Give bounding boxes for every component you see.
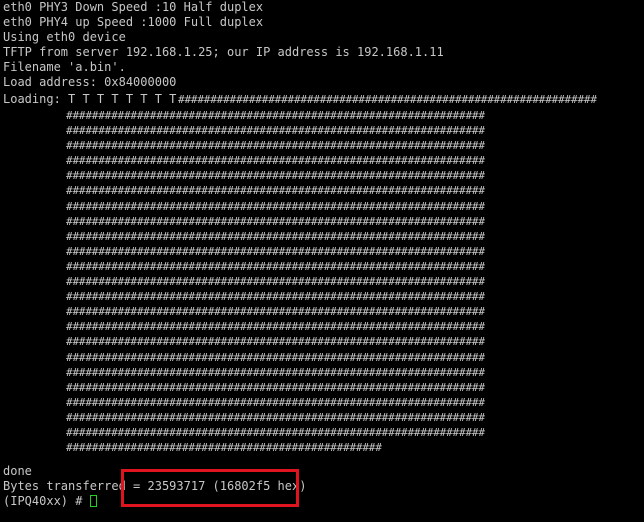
log-line: Filename 'a.bin'.: [3, 60, 126, 75]
progress-hash-line: ########################################…: [66, 229, 485, 243]
progress-hash-line-last: ########################################…: [66, 441, 382, 455]
progress-hash-line: ########################################…: [66, 425, 485, 439]
highlight-annotation-box: [121, 469, 299, 507]
terminal-window[interactable]: eth0 PHY3 Down Speed :10 Half duplex eth…: [0, 0, 644, 522]
progress-hash-line: ########################################…: [66, 214, 485, 228]
log-line: eth0 PHY3 Down Speed :10 Half duplex: [3, 0, 264, 14]
prompt-line[interactable]: (IPQ40xx) #: [3, 494, 643, 509]
bytes-transferred-line: Bytes transferred = 23593717 (16802f5 he…: [3, 479, 307, 494]
loading-progress-hashes: ########################################…: [178, 93, 597, 106]
progress-hash-line: ########################################…: [66, 410, 485, 424]
log-line: Load address: 0x84000000: [3, 75, 177, 90]
progress-hash-line: ########################################…: [66, 154, 485, 168]
log-line: TFTP from server 192.168.1.25; our IP ad…: [3, 45, 444, 60]
progress-hash-line: ########################################…: [66, 244, 485, 258]
terminal-output-top: eth0 PHY3 Down Speed :10 Half duplex eth…: [3, 0, 644, 91]
progress-hash-line: ########################################…: [66, 350, 485, 364]
progress-hash-line: ########################################…: [66, 169, 485, 183]
text-cursor: [89, 495, 97, 508]
progress-hash-line: ########################################…: [66, 395, 485, 409]
progress-hash-line: ########################################…: [66, 320, 485, 334]
progress-hash-line: ########################################…: [66, 305, 485, 319]
log-line: eth0 PHY4 up Speed :1000 Full duplex: [3, 15, 264, 30]
loading-label: Loading: T T T T T T T T: [3, 92, 177, 106]
progress-hash-line: ########################################…: [66, 199, 485, 213]
terminal-output-bottom: done Bytes transferred = 23593717 (16802…: [3, 464, 643, 509]
done-line: done: [3, 464, 32, 478]
progress-hash-line: ########################################…: [66, 184, 485, 198]
progress-hash-line: ########################################…: [66, 380, 485, 394]
progress-hash-line: ########################################…: [66, 335, 485, 349]
shell-prompt: (IPQ40xx) #: [3, 494, 90, 509]
progress-hash-line: ########################################…: [66, 259, 485, 273]
progress-hash-line: ########################################…: [66, 109, 485, 122]
progress-hash-line: ########################################…: [66, 139, 485, 153]
progress-hash-line: ########################################…: [66, 290, 485, 304]
progress-hash-line: ########################################…: [66, 365, 485, 379]
log-line: Using eth0 device: [3, 30, 126, 45]
progress-hash-line: ########################################…: [66, 124, 485, 138]
progress-hash-line: ########################################…: [66, 275, 485, 289]
progress-hash-block: ########################################…: [66, 108, 526, 463]
